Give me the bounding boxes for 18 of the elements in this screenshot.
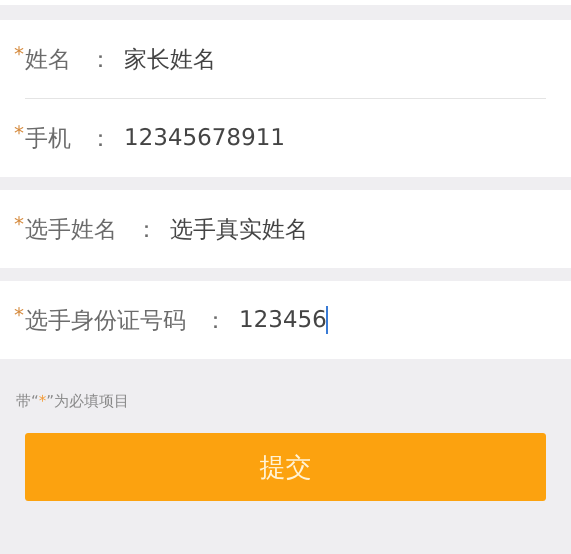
colon: ： — [204, 306, 227, 336]
colon: ： — [135, 216, 158, 244]
input-field[interactable]: 123456 — [239, 307, 327, 333]
field-label: 姓名 — [25, 46, 71, 74]
required-mark: * — [14, 42, 24, 66]
input-field[interactable]: 12345678911 — [124, 125, 285, 151]
required-mark: * — [14, 212, 24, 236]
input-field[interactable]: 选手真实姓名 — [170, 214, 308, 244]
required-note: 带“*”为必填项目 — [15, 391, 130, 412]
input-field[interactable]: 家长姓名 — [124, 44, 216, 74]
required-mark: * — [14, 303, 24, 327]
text-cursor — [326, 306, 328, 334]
field-label: 选手身份证号码 — [25, 306, 186, 336]
required-mark: * — [14, 121, 24, 145]
colon: ： — [89, 124, 112, 154]
field-label: 手机 — [25, 124, 71, 154]
field-label: 选手姓名 — [25, 216, 117, 244]
colon: ： — [89, 46, 112, 74]
